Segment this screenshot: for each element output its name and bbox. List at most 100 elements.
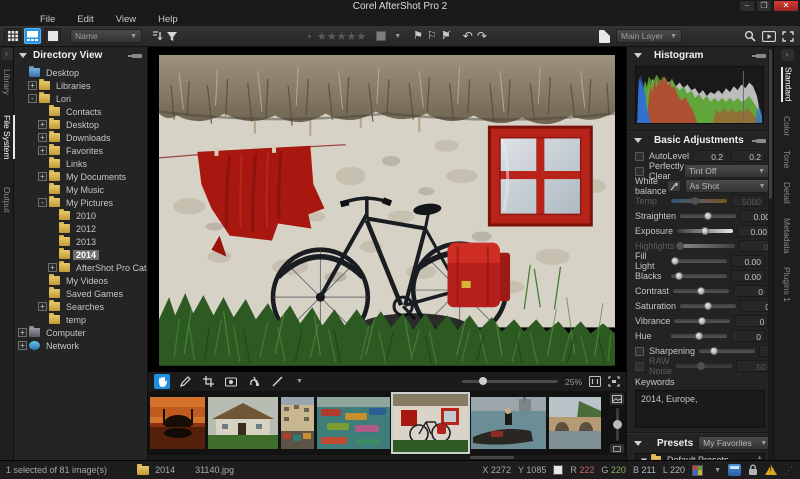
highlights-slider[interactable] <box>676 242 735 250</box>
tree-item-my-videos[interactable]: +My Videos <box>14 274 147 287</box>
filter-button[interactable] <box>166 31 178 42</box>
slider-value[interactable]: 0.00 <box>731 270 765 282</box>
white-balance-dropdown[interactable]: As Shot ▼ <box>684 179 771 193</box>
crop-tool-button[interactable] <box>200 374 216 389</box>
redeye-tool-button[interactable] <box>223 374 239 389</box>
slider-knob[interactable] <box>709 347 718 355</box>
clear-rating-dot[interactable]: • <box>308 32 311 41</box>
slideshow-button[interactable] <box>762 30 776 42</box>
image-viewer[interactable] <box>148 47 626 371</box>
tab-metadata[interactable]: Metadata <box>782 218 792 253</box>
slider-knob[interactable] <box>670 257 679 265</box>
tree-item-contacts[interactable]: +Contacts <box>14 105 147 118</box>
tree-item-links[interactable]: +Links <box>14 157 147 170</box>
zoom-slider-knob[interactable] <box>479 377 488 385</box>
thumbnail-size-knob[interactable] <box>612 420 622 429</box>
collapse-left-panel-button[interactable]: ‹ <box>0 48 13 60</box>
tree-item-2012[interactable]: +2012 <box>14 222 147 235</box>
resize-grip[interactable]: ⋰ <box>784 465 794 476</box>
tab-plugins-1[interactable]: Plugins 1 <box>782 267 792 302</box>
tree-item-searches[interactable]: + Searches <box>14 300 147 313</box>
sort-field-dropdown[interactable]: Name ▼ <box>70 29 142 43</box>
tree-item-downloads[interactable]: + Downloads <box>14 131 147 144</box>
warning-icon[interactable] <box>765 465 777 475</box>
star-rating[interactable]: ★★★★★ <box>317 27 366 45</box>
thumbnail-street-market[interactable] <box>281 397 314 449</box>
saturation-slider[interactable] <box>680 302 737 310</box>
vibrance-slider[interactable] <box>674 317 731 325</box>
tab-tone[interactable]: Tone <box>782 150 792 168</box>
flag-reject-icon[interactable]: ⚐ <box>427 30 437 42</box>
tab-standard[interactable]: Standard <box>780 67 794 102</box>
tree-item-computer[interactable]: + Computer <box>14 326 147 339</box>
tree-item-temp[interactable]: +temp <box>14 313 147 326</box>
slider-value[interactable]: 0 <box>734 315 769 327</box>
tree-expander[interactable]: - <box>28 94 37 103</box>
pan-tool-button[interactable] <box>154 374 170 389</box>
tree-expander[interactable]: + <box>28 81 37 90</box>
panel-scrollbar-thumb[interactable] <box>769 49 772 199</box>
autolevel-value-2[interactable]: 0.2 <box>731 150 766 162</box>
flag-clear-icon[interactable]: ⚑̸ <box>441 30 451 42</box>
straighten-tool-button[interactable] <box>269 374 285 389</box>
slider-knob[interactable] <box>697 287 706 295</box>
star-icon[interactable]: ★ <box>327 31 337 43</box>
slider-knob[interactable] <box>695 332 703 340</box>
slider-knob[interactable] <box>698 317 707 325</box>
fullscreen-button[interactable] <box>782 30 794 42</box>
tree-expander[interactable]: + <box>38 120 47 129</box>
tree-expander[interactable]: + <box>38 146 47 155</box>
tree-item-aftershot-pro-catalogs[interactable]: + AfterShot Pro Catalogs <box>14 261 147 274</box>
edit-tool-button[interactable] <box>177 374 193 389</box>
tree-expander[interactable]: + <box>38 302 47 311</box>
minimize-button[interactable]: – <box>740 1 754 11</box>
tree-expander[interactable]: + <box>18 328 27 337</box>
chevron-down-icon[interactable]: ▼ <box>714 467 721 474</box>
slider-knob[interactable] <box>696 362 705 370</box>
collapse-section-icon[interactable] <box>634 440 642 446</box>
tree-item-favorites[interactable]: + Favorites <box>14 144 147 157</box>
thumbnail-size-slider[interactable] <box>612 408 622 441</box>
tree-expander[interactable]: - <box>38 198 47 207</box>
filmstrip-scrollbar-thumb[interactable] <box>470 456 514 459</box>
raw-noise-checkbox[interactable] <box>635 361 644 371</box>
collapse-right-panel-button[interactable]: › <box>780 49 794 61</box>
menu-file[interactable]: File <box>40 14 55 25</box>
chevron-down-icon[interactable]: ▼ <box>296 378 303 385</box>
tree-item-my-documents[interactable]: + My Documents <box>14 170 147 183</box>
tree-item-desktop[interactable]: +Desktop <box>14 118 147 131</box>
menu-view[interactable]: View <box>116 14 136 25</box>
slider-value[interactable]: 0.00 <box>737 225 772 237</box>
tree-item-lori[interactable]: - Lori <box>14 92 147 105</box>
tree-item-desktop[interactable]: +Desktop <box>14 66 147 79</box>
slider-value[interactable]: 0.00 <box>731 255 765 267</box>
flag-pick-icon[interactable]: ⚑ <box>413 30 423 42</box>
collapse-section-icon[interactable] <box>19 53 27 58</box>
pin-icon[interactable] <box>752 53 766 58</box>
tree-item-my-music[interactable]: +My Music <box>14 183 147 196</box>
tree-expander[interactable]: + <box>18 341 27 350</box>
thumbnail-mosque-sunset[interactable] <box>150 397 205 449</box>
hue-slider[interactable] <box>671 332 727 340</box>
collapse-section-icon[interactable] <box>634 53 642 58</box>
slider-knob[interactable] <box>674 272 683 280</box>
tab-library[interactable]: Library <box>2 69 12 95</box>
sharpening-checkbox[interactable] <box>635 346 644 356</box>
tab-file-system[interactable]: File System <box>2 115 15 160</box>
slider-value[interactable]: 50 <box>736 360 771 372</box>
slider-value[interactable]: 0 <box>733 285 768 297</box>
zoom-slider[interactable] <box>461 377 558 385</box>
tab-output[interactable]: Output <box>2 187 12 213</box>
slider-knob[interactable] <box>704 302 713 310</box>
star-icon[interactable]: ★ <box>317 31 327 43</box>
menu-help[interactable]: Help <box>158 14 178 25</box>
tree-item-saved-games[interactable]: +Saved Games <box>14 287 147 300</box>
thumbnail-thatched-cottage[interactable] <box>208 397 278 449</box>
keywords-box[interactable]: 2014, Europe, <box>635 390 765 428</box>
single-view-button[interactable] <box>44 28 61 44</box>
thumbnail-canal-boats[interactable] <box>317 397 390 449</box>
maximize-button[interactable]: ❐ <box>757 1 771 11</box>
layer-dropdown[interactable]: Main Layer ▼ <box>616 29 682 43</box>
perfectly-clear-checkbox[interactable] <box>635 166 644 176</box>
tree-expander[interactable]: + <box>38 172 47 181</box>
